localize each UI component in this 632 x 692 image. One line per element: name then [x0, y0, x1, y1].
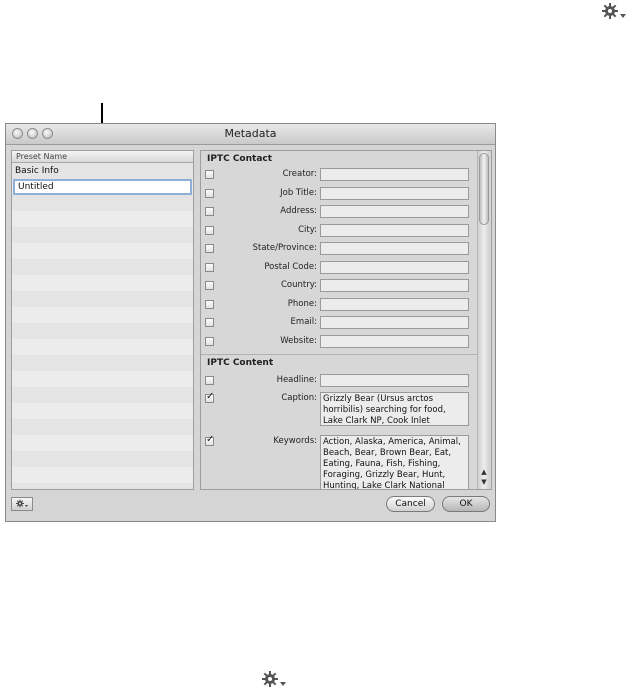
gear-icon — [260, 670, 288, 690]
empty-row — [12, 259, 193, 275]
field-checkbox[interactable] — [205, 337, 214, 346]
field-label: Postal Code: — [264, 262, 317, 272]
section-divider — [201, 354, 477, 355]
city-field[interactable] — [320, 224, 469, 237]
field-row-website: Website: — [201, 334, 477, 352]
creator-field[interactable] — [320, 168, 469, 181]
metadata-window: Metadata Preset Name Basic Info Untitled… — [5, 123, 496, 522]
preset-list-empty-rows — [12, 195, 193, 489]
field-label: Job Title: — [280, 188, 317, 198]
metadata-fields-panel: IPTC Contact Creator: Job Title: Address… — [200, 150, 492, 490]
window-title: Metadata — [224, 127, 277, 140]
gear-icon — [16, 499, 28, 508]
empty-row — [12, 419, 193, 435]
empty-row — [12, 371, 193, 387]
empty-row — [12, 339, 193, 355]
empty-row — [12, 467, 193, 483]
empty-row — [12, 451, 193, 467]
website-field[interactable] — [320, 335, 469, 348]
field-row-country: Country: — [201, 278, 477, 296]
state-province-field[interactable] — [320, 242, 469, 255]
postal-code-field[interactable] — [320, 261, 469, 274]
section-title-iptc-contact: IPTC Contact — [207, 154, 273, 164]
field-row-city: City: — [201, 223, 477, 241]
field-label: Email: — [290, 317, 317, 327]
headline-field[interactable] — [320, 374, 469, 387]
phone-field[interactable] — [320, 298, 469, 311]
field-checkbox[interactable] — [205, 376, 214, 385]
field-label: Country: — [280, 280, 317, 290]
email-field[interactable] — [320, 316, 469, 329]
field-row-keywords: ✓ Keywords: Action, Alaska, America, Ani… — [201, 434, 477, 489]
country-field[interactable] — [320, 279, 469, 292]
empty-row — [12, 243, 193, 259]
empty-row — [12, 355, 193, 371]
title-bar[interactable]: Metadata — [6, 124, 495, 145]
field-checkbox[interactable] — [205, 226, 214, 235]
empty-row — [12, 323, 193, 339]
field-label: Creator: — [282, 169, 317, 179]
empty-row — [12, 195, 193, 211]
field-row-state-province: State/Province: — [201, 241, 477, 259]
empty-row — [12, 435, 193, 451]
empty-row — [12, 291, 193, 307]
scroll-down-arrow-icon[interactable]: ▼ — [478, 478, 490, 487]
field-row-phone: Phone: — [201, 297, 477, 315]
address-field[interactable] — [320, 205, 469, 218]
vertical-scrollbar[interactable]: ▲ ▼ — [477, 151, 490, 489]
field-checkbox[interactable] — [205, 300, 214, 309]
preset-item-basic-info[interactable]: Basic Info — [12, 163, 193, 179]
keywords-checkbox[interactable]: ✓ — [205, 434, 215, 446]
field-row-headline: Headline: — [201, 373, 477, 391]
scroll-thumb[interactable] — [479, 153, 489, 225]
empty-row — [12, 387, 193, 403]
field-label: Headline: — [276, 375, 317, 385]
gear-icon — [601, 2, 627, 22]
checkmark-icon: ✓ — [206, 434, 215, 445]
action-menu-button[interactable] — [11, 497, 33, 511]
checkmark-icon: ✓ — [206, 391, 215, 402]
preset-list-header[interactable]: Preset Name — [12, 151, 193, 163]
field-label: Website: — [280, 336, 317, 346]
empty-row — [12, 211, 193, 227]
empty-row — [12, 403, 193, 419]
empty-row — [12, 307, 193, 323]
cancel-button[interactable]: Cancel — [386, 496, 435, 512]
empty-row — [12, 483, 193, 489]
field-row-email: Email: — [201, 315, 477, 333]
preset-list[interactable]: Preset Name Basic Info Untitled — [11, 150, 194, 490]
field-row-creator: Creator: — [201, 167, 477, 185]
caption-field[interactable]: Grizzly Bear (Ursus arctos horribilis) s… — [320, 392, 469, 426]
field-row-job-title: Job Title: — [201, 186, 477, 204]
field-checkbox[interactable] — [205, 281, 214, 290]
field-label: Phone: — [287, 299, 317, 309]
caption-checkbox[interactable]: ✓ — [205, 391, 215, 403]
field-label: Keywords: — [273, 436, 317, 446]
field-checkbox[interactable] — [205, 170, 214, 179]
ok-button[interactable]: OK — [442, 496, 490, 512]
field-label: State/Province: — [252, 243, 317, 253]
scroll-up-arrow-icon[interactable]: ▲ — [478, 468, 490, 477]
field-checkbox[interactable] — [205, 207, 214, 216]
section-title-iptc-content: IPTC Content — [207, 358, 274, 368]
keywords-field[interactable]: Action, Alaska, America, Animal, Beach, … — [320, 435, 469, 489]
field-row-postal-code: Postal Code: — [201, 260, 477, 278]
field-checkbox[interactable] — [205, 263, 214, 272]
empty-row — [12, 227, 193, 243]
preset-item-untitled[interactable]: Untitled — [13, 179, 192, 195]
field-row-address: Address: — [201, 204, 477, 222]
field-checkbox[interactable] — [205, 189, 214, 198]
field-row-caption: ✓ Caption: Grizzly Bear (Ursus arctos ho… — [201, 391, 477, 427]
field-checkbox[interactable] — [205, 244, 214, 253]
field-label: Address: — [280, 206, 317, 216]
field-label: Caption: — [281, 393, 317, 403]
job-title-field[interactable] — [320, 187, 469, 200]
field-label: City: — [298, 225, 317, 235]
field-checkbox[interactable] — [205, 318, 214, 327]
empty-row — [12, 275, 193, 291]
